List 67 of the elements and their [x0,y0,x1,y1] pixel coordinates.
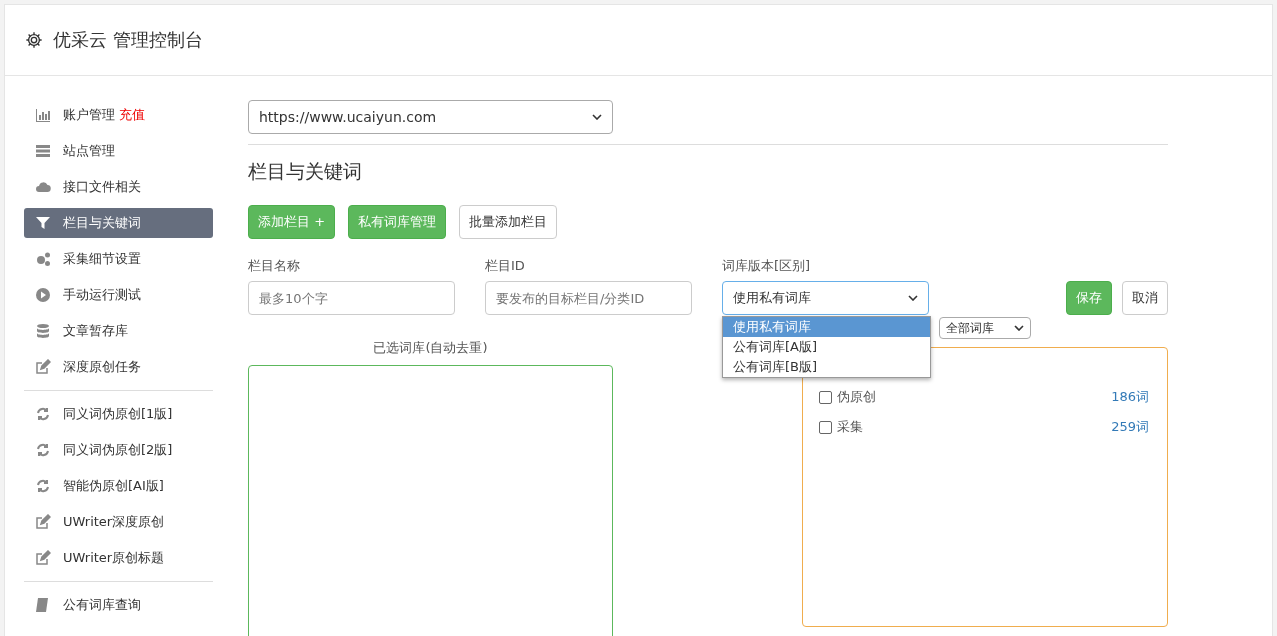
sidebar-item-label: UWriter原创标题 [63,549,165,567]
cancel-button[interactable]: 取消 [1122,281,1168,315]
sidebar-item-label: 深度原创任务 [63,358,141,376]
chevron-down-icon [1014,325,1024,331]
sidebar-item[interactable]: 公有词库查询 [24,590,213,620]
console-title: 优采云 管理控制台 [53,28,203,52]
sync-icon [35,478,51,494]
sidebar-item[interactable]: 站点管理 [24,136,213,166]
recharge-link[interactable]: 充值 [119,106,145,124]
sidebar-item[interactable]: 手动运行测试 [24,280,213,310]
sidebar-item[interactable]: 采集细节设置 [24,244,213,274]
bars-icon [35,107,51,123]
edit-icon [35,359,51,375]
sidebar-item-label: UWriter深度原创 [63,513,165,531]
column-id-field[interactable]: 要发布的目标栏目/分类ID [485,281,692,315]
edit-icon [35,514,51,530]
sidebar-item[interactable]: 同义词伪原创[1版] [24,399,213,429]
sidebar-item-label: 采集细节设置 [63,250,141,268]
sidebar-item[interactable]: 文章暂存库 [24,316,213,346]
filter-icon [35,215,51,231]
sidebar-item-label: 公有词库查询 [63,596,141,614]
library-name: 伪原创 [837,388,876,406]
sidebar-item[interactable]: 栏目与关键词 [24,208,213,238]
play-icon [35,287,51,303]
sync-icon [35,406,51,422]
edit-icon [35,550,51,566]
sidebar-item[interactable]: UWriter原创标题 [24,543,213,573]
book-icon [35,597,51,613]
sync-icon [35,442,51,458]
sidebar-item[interactable]: 账户管理 充值 [24,100,213,130]
checkbox[interactable] [819,420,832,434]
column-name-field[interactable]: 最多10个字 [248,281,455,315]
panel-title: 已选词库(自动去重) [373,339,488,357]
library-name: 采集 [837,418,863,436]
action-button[interactable]: 批量添加栏目 [459,205,558,239]
sidebar-item-label: 同义词伪原创[1版] [63,405,173,423]
chevron-down-icon [592,114,602,120]
sidebar-item-label: 智能伪原创[AI版] [63,477,164,495]
sidebar-item-label: 文章暂存库 [63,322,128,340]
server-icon [35,143,51,159]
db-icon [35,323,51,339]
library-filter-select[interactable]: 全部词库 [939,317,1031,339]
dropdown-option[interactable]: 公有词库[B版] [723,357,930,377]
sidebar-item-label: 同义词伪原创[2版] [63,441,173,459]
sidebar-item[interactable]: UWriter深度原创 [24,507,213,537]
site-select[interactable]: https://www.ucaiyun.com [248,100,613,134]
sidebar-item-label: 栏目与关键词 [63,214,141,232]
chevron-down-icon [908,295,918,301]
field-label: 栏目ID [485,257,526,275]
sidebar-item-label: 接口文件相关 [63,178,141,196]
sidebar-item-label: 站点管理 [63,142,115,160]
checkbox[interactable] [819,390,832,404]
settings-icon [25,31,43,49]
dropdown-option[interactable]: 公有词库[A版] [723,337,930,357]
sidebar-item-label: 账户管理 [63,106,115,124]
field-label: 词库版本[区别] [722,257,812,275]
cloud-icon [35,179,51,195]
sidebar-item-label: 手动运行测试 [63,286,141,304]
sidebar-item[interactable]: 智能伪原创[AI版] [24,471,213,501]
sidebar-item[interactable]: 同义词伪原创[2版] [24,435,213,465]
library-version-select[interactable]: 使用私有词库 [722,281,929,315]
word-count: 186词 [1111,388,1149,406]
word-count: 259词 [1111,418,1149,436]
section-title: 栏目与关键词 [248,159,363,184]
field-label: 栏目名称 [248,257,301,275]
sidebar-item[interactable]: 接口文件相关 [24,172,213,202]
sidebar-item[interactable]: 深度原创任务 [24,352,213,382]
